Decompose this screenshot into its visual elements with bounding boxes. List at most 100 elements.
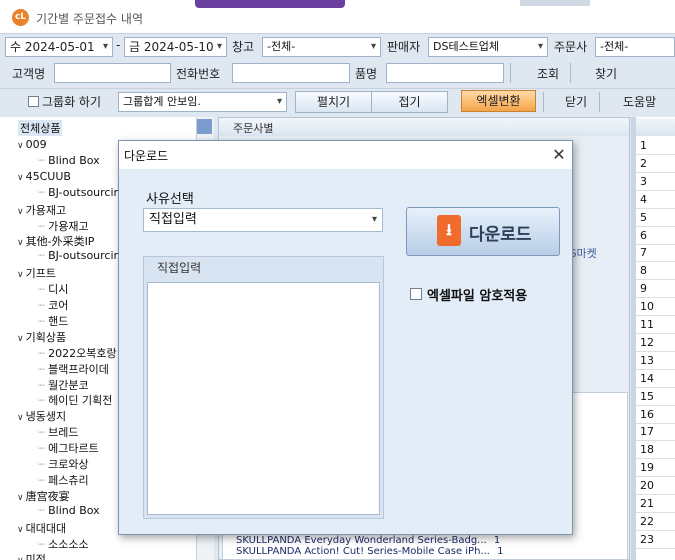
phone-label: 전화번호 [176, 67, 221, 81]
grid-row-number[interactable]: 5 [636, 209, 675, 227]
tree-item-label: 미정 [25, 553, 46, 560]
row-text: SKULLPANDA Action! Cut! Series-Mobile Ca… [236, 546, 490, 557]
tree-item-label: 헤이딘 기획전 [48, 394, 113, 408]
tree-item-label: Blind Box [48, 153, 100, 167]
grid-row-number[interactable]: 19 [636, 459, 675, 478]
warehouse-select[interactable]: -전체- [262, 37, 381, 57]
tree-item[interactable]: ∨ 45CUUB [17, 170, 71, 183]
expand-chevron-icon[interactable]: ∨ [17, 270, 24, 280]
search-button[interactable]: 조회 [537, 65, 559, 82]
help-button[interactable]: 도움말 [623, 93, 656, 110]
grid-row-number[interactable]: 16 [636, 406, 675, 424]
expand-chevron-icon[interactable]: ∨ [17, 556, 24, 560]
grid-row-number[interactable]: 14 [636, 370, 675, 388]
grid-row-number[interactable]: 1 [636, 137, 675, 155]
tree-item[interactable]: ┈ 에그타르트 [38, 440, 99, 456]
summary-header: 주문사별 [219, 118, 629, 136]
grid-row-number[interactable]: 7 [636, 244, 675, 263]
direct-input-textarea[interactable] [147, 282, 380, 515]
dialog-close-icon[interactable]: ✕ [549, 145, 569, 165]
group-checkbox[interactable] [28, 96, 39, 107]
tree-item[interactable]: ∨미정 [17, 551, 46, 560]
close-button[interactable]: 닫기 [565, 93, 587, 110]
tree-item[interactable]: ┈ 디시 [38, 281, 68, 297]
tree-item[interactable]: ┈ 2022오복호랑 [38, 345, 117, 361]
tree-item[interactable]: ∨ 가용재고 [17, 202, 66, 218]
customer-input[interactable] [54, 63, 171, 83]
tree-item[interactable]: ∨ 기획상품 [17, 329, 66, 345]
start-date-picker[interactable]: 수 2024-05-01 [5, 37, 113, 57]
tree-item[interactable]: ┈ 블랙프라이데 [38, 361, 109, 377]
tree-item[interactable]: ┈ BJ-outsourcing [38, 249, 127, 262]
grid-row-number[interactable]: 18 [636, 441, 675, 460]
date-range-dash: - [116, 38, 121, 52]
tree-connector: ┈ [38, 394, 49, 408]
expand-chevron-icon[interactable]: ∨ [17, 173, 24, 183]
end-date-picker[interactable]: 금 2024-05-10 [124, 37, 227, 57]
table-row[interactable]: SKULLPANDA Action! Cut! Series-Mobile Ca… [236, 546, 504, 557]
tree-item[interactable]: ┈ 핸드 [38, 313, 68, 329]
grid-row-number[interactable]: 13 [636, 352, 675, 370]
group-checkbox-label: 그룹화 하기 [42, 95, 102, 109]
expand-chevron-icon[interactable]: ∨ [17, 141, 24, 151]
grid-row-number[interactable]: 8 [636, 262, 675, 281]
grid-row-number[interactable]: 2 [636, 155, 675, 173]
expand-chevron-icon[interactable]: ∨ [17, 207, 24, 217]
reason-select[interactable]: 직접입력 [143, 208, 383, 232]
table-row[interactable]: SKULLPANDA Everyday Wonderland Series-Ba… [236, 535, 504, 546]
tree-item[interactable]: ┈ 브레드 [38, 424, 79, 440]
tree-item[interactable]: ┈ 가용재고 [38, 218, 89, 234]
phone-input[interactable] [232, 63, 350, 83]
grid-row-number[interactable]: 6 [636, 227, 675, 245]
grid-row-number[interactable]: 10 [636, 298, 675, 317]
tree-item[interactable]: ∨ 기프트 [17, 265, 56, 281]
tree-item[interactable]: ┈ 월간분코 [38, 377, 89, 393]
grid-row-number[interactable]: 15 [636, 388, 675, 406]
grid-row-number[interactable]: 4 [636, 191, 675, 209]
find-button[interactable]: 찾기 [595, 65, 617, 82]
grid-row-number[interactable]: 12 [636, 334, 675, 352]
tree-item[interactable]: ∨ 냉동생지 [17, 408, 66, 424]
expand-chevron-icon[interactable]: ∨ [17, 238, 24, 248]
tree-item[interactable]: ∨ 대대대대 [17, 520, 66, 536]
grid-row-number[interactable]: 11 [636, 316, 675, 334]
expand-chevron-icon[interactable]: ∨ [17, 334, 24, 344]
expand-button[interactable]: 펼치기 [295, 91, 372, 113]
tree-root[interactable]: 전체상품 [18, 120, 63, 136]
tree-item[interactable]: ∨ 其他-外采类IP [17, 233, 94, 249]
tree-item-label: BJ-outsourcing [48, 249, 128, 263]
grid-row-number[interactable]: 3 [636, 173, 675, 191]
seller-select[interactable]: DS테스트업체 [428, 37, 548, 57]
tree-item[interactable]: ┈ BJ-outsourcing [38, 186, 127, 199]
direct-input-group-label: 직접입력 [157, 261, 202, 275]
tree-item[interactable]: ┈ Blind Box [38, 154, 100, 167]
scroll-up-icon[interactable] [197, 119, 212, 134]
expand-chevron-icon[interactable]: ∨ [17, 413, 24, 423]
grid-row-number[interactable]: 22 [636, 513, 675, 531]
expand-chevron-icon[interactable]: ∨ [17, 525, 24, 535]
tree-item[interactable]: ┈ 코어 [38, 297, 68, 313]
grid-row-number[interactable]: 17 [636, 423, 675, 442]
tree-item[interactable]: ┈ 소소소소 [38, 536, 89, 552]
tree-connector: ┈ [38, 314, 49, 328]
tree-item[interactable]: ┈ 페스츄리 [38, 472, 89, 488]
tree-connector: ┈ [38, 503, 49, 517]
tree-item[interactable]: ┈ Blind Box [38, 504, 100, 517]
expand-chevron-icon[interactable]: ∨ [17, 493, 24, 503]
grid-row-number[interactable]: 21 [636, 495, 675, 513]
excel-export-button[interactable]: 엑셀변환 [461, 90, 536, 112]
orderer-select[interactable]: -전체- [595, 37, 675, 57]
row-text: SKULLPANDA Everyday Wonderland Series-Ba… [236, 535, 487, 546]
encrypt-checkbox[interactable] [410, 288, 422, 300]
group-select[interactable]: 그룹합계 안보임. [118, 92, 287, 112]
tree-item[interactable]: ∨ 唐宫夜宴 [17, 488, 70, 504]
tree-item[interactable]: ┈ 헤이딘 기획전 [38, 392, 112, 408]
window-title: 기간별 주문접수 내역 [36, 12, 143, 26]
product-input[interactable] [386, 63, 504, 83]
grid-row-number[interactable]: 9 [636, 280, 675, 299]
tree-item[interactable]: ∨ 009 [17, 138, 47, 151]
tree-item[interactable]: ┈ 크로와상 [38, 456, 89, 472]
collapse-button[interactable]: 접기 [371, 91, 448, 113]
grid-row-number[interactable]: 23 [636, 531, 675, 549]
grid-row-number[interactable]: 20 [636, 477, 675, 496]
